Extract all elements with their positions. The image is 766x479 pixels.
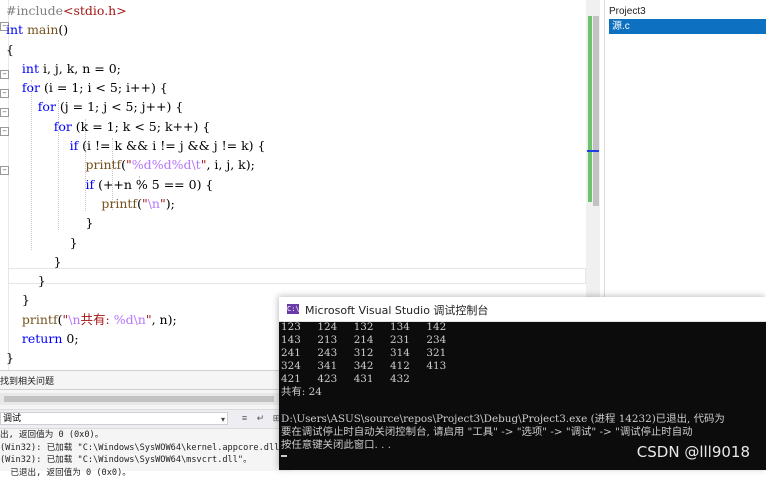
- code-line[interactable]: #include<stdio.h>: [6, 1, 265, 20]
- output-source-select[interactable]: 调试 ▾: [0, 412, 228, 425]
- code-line[interactable]: }: [6, 213, 265, 232]
- console-title: Microsoft Visual Studio 调试控制台: [305, 302, 488, 318]
- code-line[interactable]: }: [6, 252, 265, 271]
- code-line[interactable]: for (i = 1; i < 5; i++) {: [6, 78, 265, 97]
- clear-all-icon[interactable]: ≡: [238, 412, 251, 425]
- code-line[interactable]: }: [6, 233, 265, 252]
- output-line: (Win32): 已加载 "C:\Windows\SysWOW64\msvcrt…: [0, 454, 290, 467]
- editor-horizontal-scrollbar[interactable]: [0, 393, 290, 405]
- code-line[interactable]: printf("%d%d%d\t", i, j, k);: [6, 155, 265, 174]
- code-line[interactable]: return 0;: [6, 329, 265, 348]
- panel-divider: [0, 389, 290, 390]
- console-line: 要在调试停止时自动关闭控制台, 请启用 "工具" -> "选项" -> "调试"…: [281, 426, 766, 439]
- output-line: (Win32): 已加载 "C:\Windows\SysWOW64\kernel…: [0, 442, 290, 455]
- scrollbar-thumb[interactable]: [593, 16, 599, 206]
- find-related-issues-label[interactable]: 找到相关问题: [0, 374, 54, 387]
- chevron-down-icon: ▾: [221, 413, 225, 426]
- code-line[interactable]: int main(): [6, 20, 265, 39]
- code-line[interactable]: {: [6, 40, 265, 59]
- code-line[interactable]: int i, j, k, n = 0;: [6, 59, 265, 78]
- project-node[interactable]: Project3: [609, 6, 646, 17]
- code-line[interactable]: for (j = 1; j < 5; j++) {: [6, 97, 265, 116]
- output-text: 出, 返回值为 0 (0x0)。(Win32): 已加载 "C:\Windows…: [0, 429, 290, 479]
- watermark: CSDN @lll9018: [637, 443, 750, 461]
- code-line[interactable]: if (i != k && i != j && j != k) {: [6, 136, 265, 155]
- code-text[interactable]: #include<stdio.h>int main(){ int i, j, k…: [6, 1, 265, 368]
- output-line: 出, 返回值为 0 (0x0)。: [0, 429, 290, 442]
- console-cursor: [281, 455, 287, 457]
- file-node-selected[interactable]: 源.c: [609, 19, 766, 34]
- console-line: 共有: 24: [281, 386, 766, 399]
- console-line: 324 341 342 412 413: [281, 360, 766, 373]
- console-line: 143 213 214 231 234: [281, 334, 766, 347]
- console-line: 421 423 431 432: [281, 373, 766, 386]
- change-indicator: [588, 16, 592, 202]
- word-wrap-icon[interactable]: ↵: [254, 412, 267, 425]
- horizontal-scrollbar-thumb[interactable]: [4, 396, 274, 402]
- output-toolbar: 调试 ▾ ≡ ↵ ⊞: [0, 409, 290, 429]
- console-titlebar[interactable]: C:\ Microsoft Visual Studio 调试控制台: [279, 297, 766, 322]
- console-line: D:\Users\ASUS\source\repos\Project3\Debu…: [281, 413, 766, 426]
- caret-position-marker: [587, 150, 599, 152]
- code-line[interactable]: }: [6, 271, 265, 290]
- console-output: 123 124 132 134 142143 213 214 231 23424…: [281, 321, 766, 452]
- output-line: 已退出, 返回值为 0 (0x0)。: [0, 467, 290, 479]
- code-line[interactable]: printf("\n");: [6, 194, 265, 213]
- code-line[interactable]: printf("\n共有: %d\n", n);: [6, 310, 265, 329]
- code-line[interactable]: for (k = 1; k < 5; k++) {: [6, 117, 265, 136]
- console-app-icon: C:\: [287, 304, 299, 314]
- output-panel: 找到相关问题 调试 ▾ ≡ ↵ ⊞ 出, 返回值为 0 (0x0)。(Win32…: [0, 370, 290, 471]
- console-line: 241 243 312 314 321: [281, 347, 766, 360]
- code-line[interactable]: }: [6, 348, 265, 367]
- console-line: 123 124 132 134 142: [281, 321, 766, 334]
- code-line[interactable]: if (++n % 5 == 0) {: [6, 175, 265, 194]
- console-line: [281, 400, 766, 413]
- output-source-value: 调试: [3, 414, 21, 424]
- code-line[interactable]: }: [6, 290, 265, 309]
